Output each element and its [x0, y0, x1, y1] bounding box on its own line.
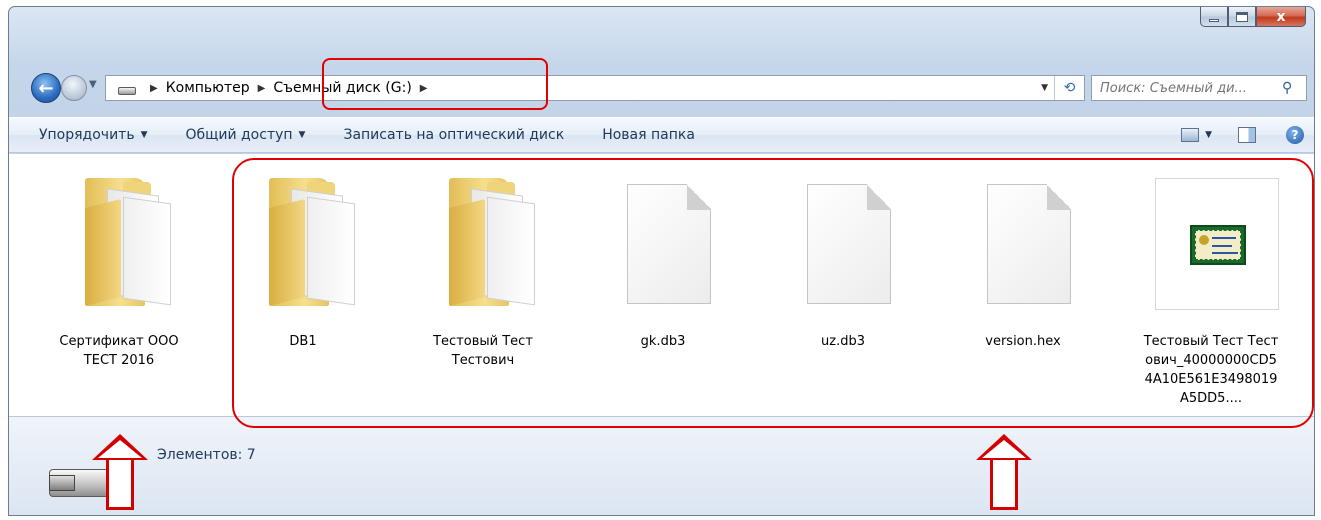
navigation-row: ← ▼ ▶ Компьютер ▶ Съемный диск (G:) ▶ ▼ …: [9, 67, 1314, 107]
breadcrumb-arrow-icon[interactable]: ▶: [150, 83, 158, 94]
search-icon[interactable]: ⚲: [1282, 80, 1292, 96]
organize-button[interactable]: Упорядочить ▼: [39, 127, 148, 143]
caption-buttons: x: [1200, 7, 1306, 27]
address-dropdown-icon[interactable]: ▼: [1035, 83, 1054, 93]
address-tail: ▼ ⟲: [1035, 76, 1084, 100]
close-button[interactable]: x: [1256, 7, 1306, 27]
share-button[interactable]: Общий доступ ▼: [186, 127, 306, 143]
share-label: Общий доступ: [185, 127, 293, 143]
new-folder-label: Новая папка: [602, 127, 695, 143]
minimize-icon: [1209, 19, 1219, 22]
arrow-up-icon: [976, 434, 1032, 510]
recent-pages-button[interactable]: ▼: [89, 79, 97, 90]
burn-label: Записать на оптический диск: [343, 127, 565, 143]
address-highlight: [322, 58, 548, 110]
change-view-icon[interactable]: [1181, 128, 1200, 142]
preview-pane-icon[interactable]: [1238, 127, 1256, 143]
arrow-up-icon: [92, 434, 148, 510]
maximize-icon: [1236, 11, 1248, 22]
search-box: ⚲: [1091, 75, 1307, 101]
files-highlight: [232, 158, 1314, 428]
chevron-down-icon[interactable]: ▼: [1205, 130, 1212, 140]
usb-plug-icon: [49, 475, 75, 491]
chevron-down-icon: ▼: [298, 130, 306, 140]
forward-button[interactable]: [61, 75, 87, 101]
status-bar: Элементов: 7: [9, 416, 1314, 515]
breadcrumb-computer[interactable]: Компьютер: [164, 80, 252, 96]
maximize-button[interactable]: [1228, 7, 1256, 27]
breadcrumb-arrow-icon[interactable]: ▶: [258, 83, 266, 94]
address-bar[interactable]: ▶ Компьютер ▶ Съемный диск (G:) ▶ ▼ ⟲: [105, 75, 1085, 101]
folder-icon: [59, 178, 179, 308]
new-folder-button[interactable]: Новая папка: [602, 127, 695, 143]
refresh-button[interactable]: ⟲: [1054, 76, 1084, 100]
minimize-button[interactable]: [1200, 7, 1228, 27]
organize-label: Упорядочить: [39, 127, 135, 143]
command-bar: Упорядочить ▼ Общий доступ ▼ Записать на…: [9, 117, 1314, 153]
computer-icon: [118, 87, 136, 95]
chevron-down-icon: ▼: [140, 130, 148, 140]
item-count: Элементов: 7: [157, 447, 256, 463]
burn-button[interactable]: Записать на оптический диск: [343, 127, 564, 143]
help-icon[interactable]: ?: [1286, 126, 1304, 144]
back-button[interactable]: ←: [31, 73, 61, 103]
toolbar-right: ▼ ?: [1181, 118, 1304, 152]
item-label: Сертификат ООО ТЕСТ 2016: [59, 334, 179, 368]
search-input[interactable]: [1100, 80, 1278, 96]
list-item[interactable]: Сертификат ООО ТЕСТ 2016: [39, 178, 199, 370]
